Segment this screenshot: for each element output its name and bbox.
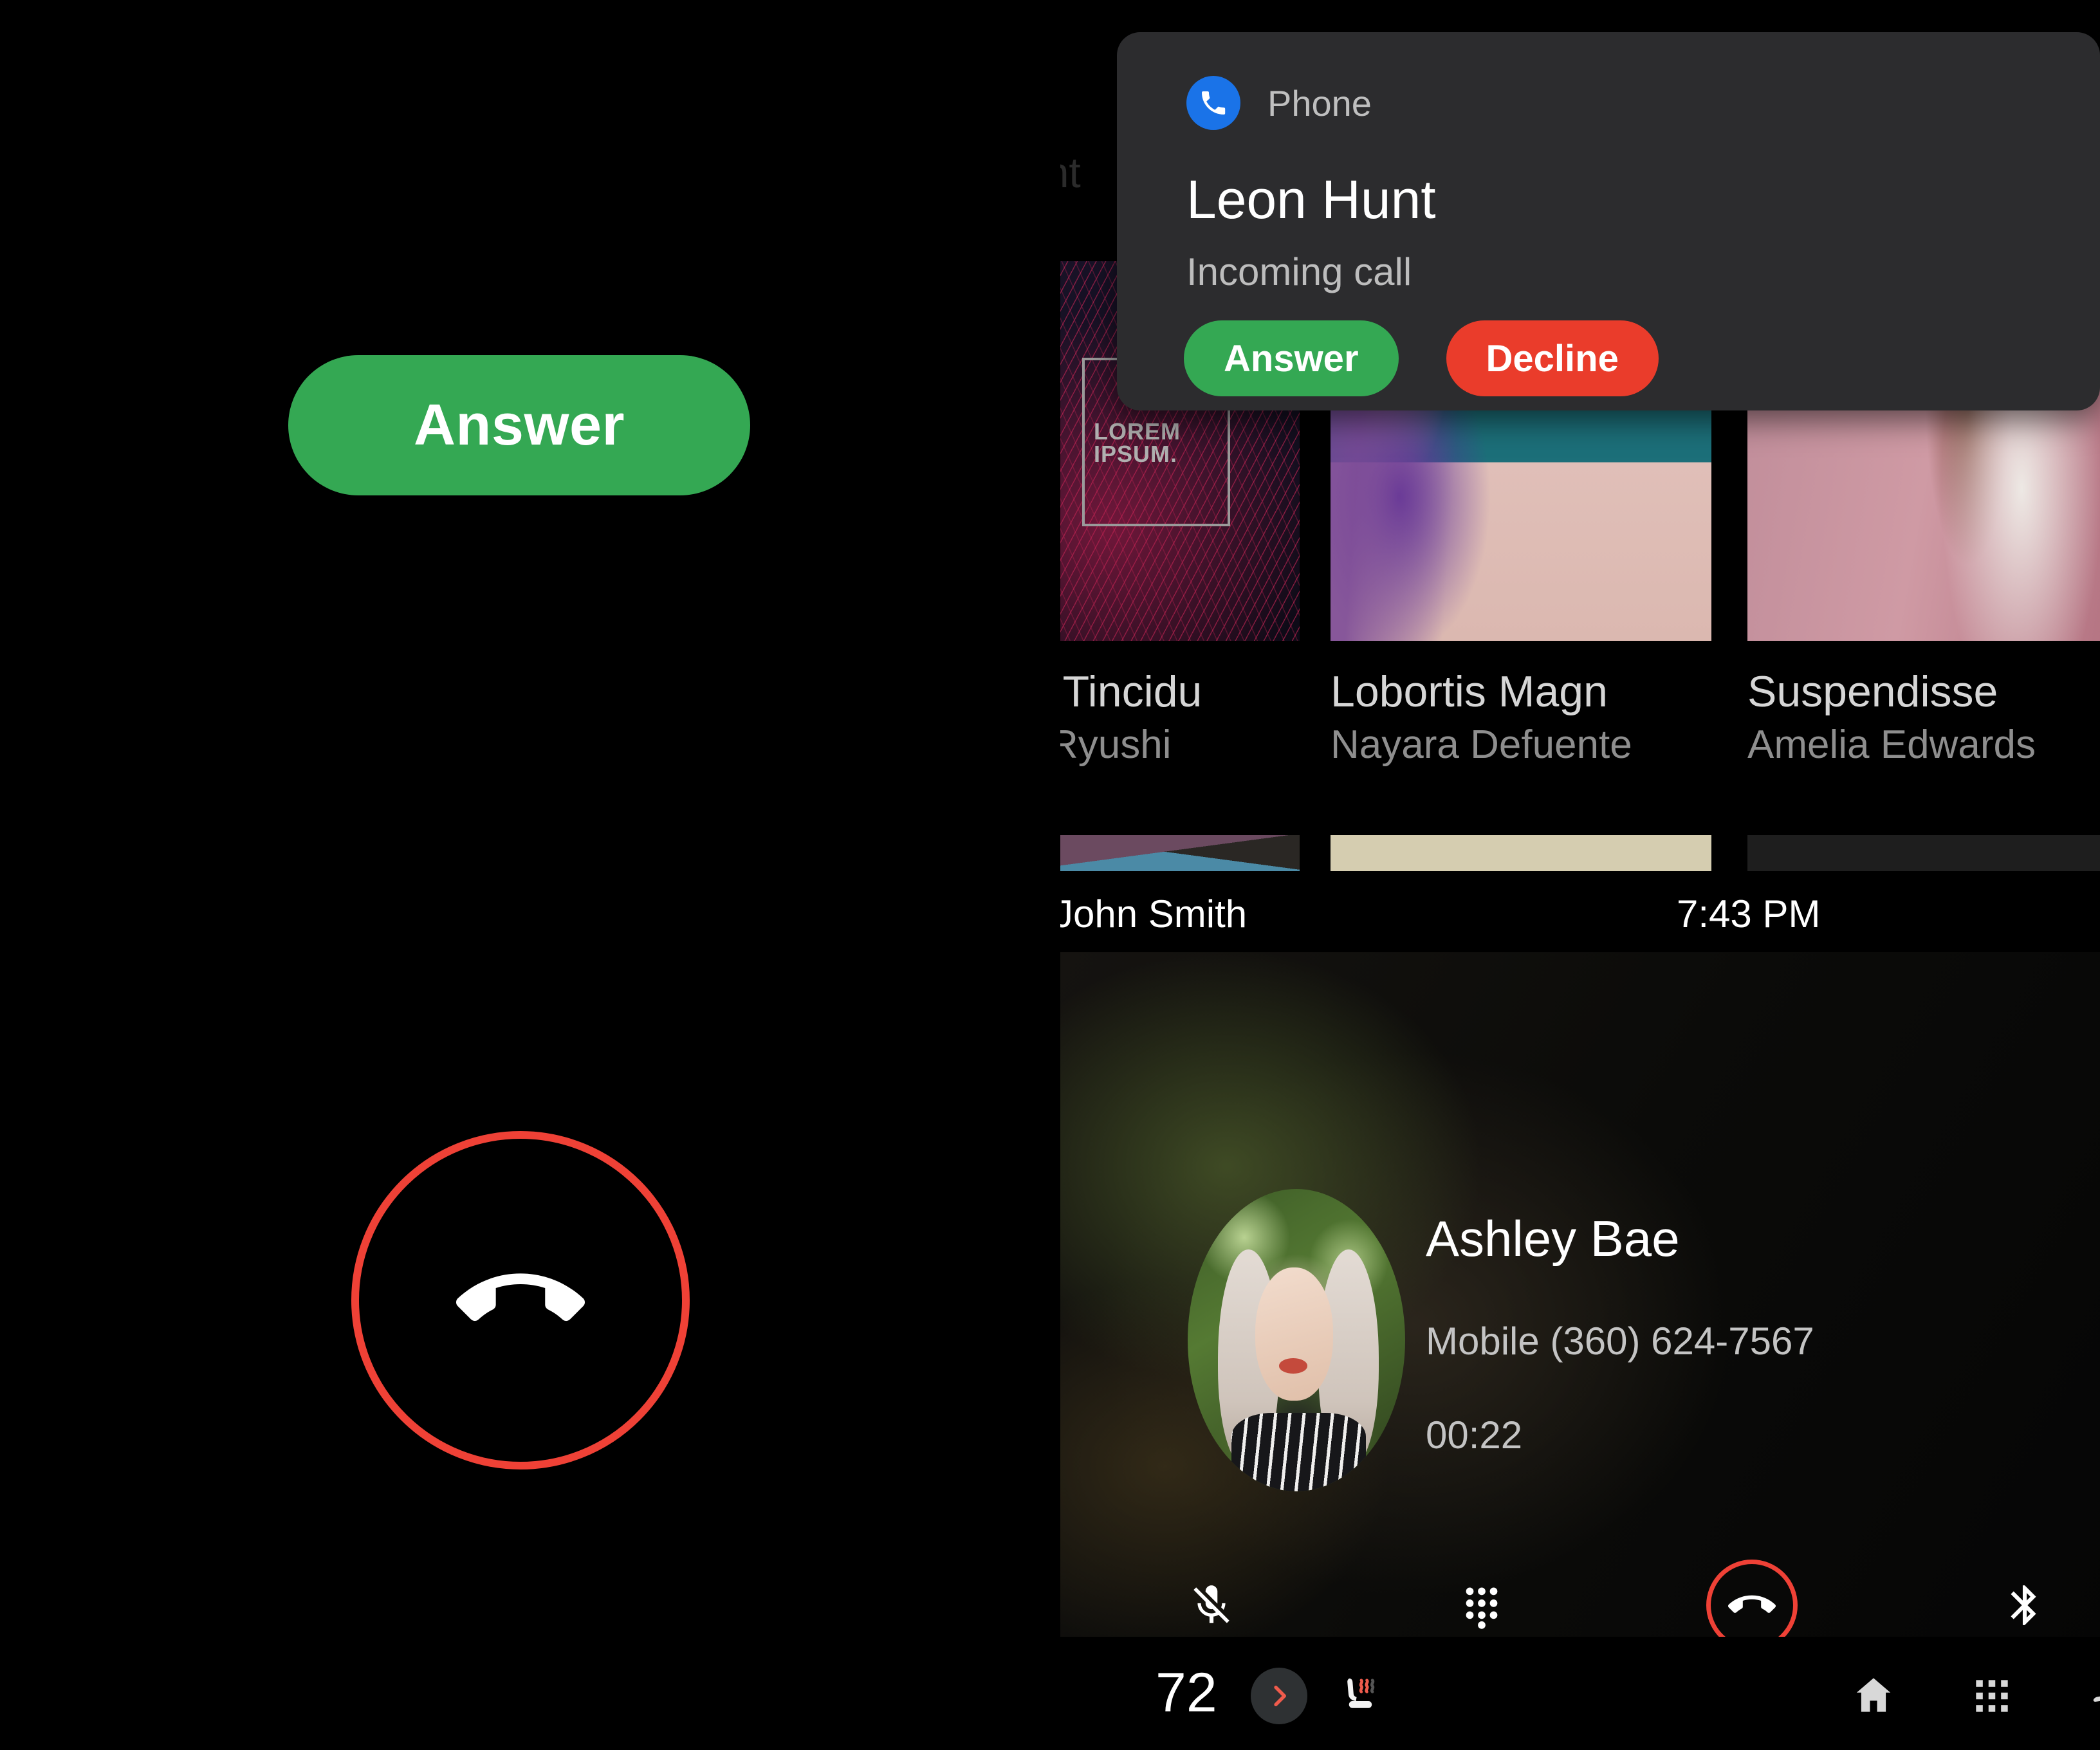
media-title: Lobortis Magn: [1331, 667, 1608, 716]
notification-subtitle: Incoming call: [1186, 250, 1412, 293]
album-art-label: LOREM IPSUM.: [1094, 420, 1181, 467]
media-section-header: ent: [1060, 149, 1081, 196]
call-duration: 00:22: [1426, 1414, 1523, 1457]
notification-app-name: Phone: [1267, 82, 1372, 124]
avatar-lips: [1278, 1358, 1307, 1374]
end-call-button[interactable]: [351, 1131, 690, 1469]
avatar-shirt: [1231, 1412, 1367, 1491]
incoming-call-notification[interactable]: Phone Leon Hunt Incoming call Answer Dec…: [1117, 32, 2100, 410]
notification-header: Phone: [1186, 76, 1372, 130]
media-artist: i Ryushi: [1060, 723, 1172, 767]
incoming-call-left-panel: Answer: [0, 0, 1060, 1750]
seat-heater-button[interactable]: [1329, 1665, 1391, 1727]
media-card[interactable]: [1060, 835, 1300, 871]
system-bar: 72: [1060, 1637, 2100, 1750]
media-title: Suspendisse: [1747, 667, 1998, 716]
notification-answer-button[interactable]: Answer: [1184, 320, 1399, 396]
screen: Answer ent LOREM IPSUM. s Tincidu i: [0, 0, 2100, 1750]
album-art: [1060, 835, 1300, 871]
album-art-label-line2: IPSUM.: [1094, 440, 1178, 467]
chevron-right-icon: [1274, 1686, 1286, 1706]
media-card[interactable]: [1747, 835, 2100, 871]
media-card-row-next: [1060, 835, 2100, 874]
apps-grid-icon: [1976, 1680, 2008, 1712]
apps-button[interactable]: [1961, 1665, 2023, 1727]
bluetooth-icon: [2011, 1585, 2036, 1625]
call-end-icon: [1728, 1595, 1776, 1613]
media-artist: Nayara Defuente: [1331, 723, 1632, 767]
callee-phone-label: Mobile (360) 624-7567: [1426, 1320, 1814, 1363]
contact-avatar: [1188, 1189, 1405, 1491]
climate-expand-button[interactable]: [1251, 1668, 1307, 1724]
media-title: s Tincidu: [1060, 667, 1202, 716]
phone-app-icon: [1186, 76, 1240, 130]
home-button[interactable]: [1843, 1665, 1904, 1727]
album-art: [1331, 835, 1711, 871]
callee-name: Ashley Bae: [1426, 1210, 1680, 1267]
notification-title: Leon Hunt: [1186, 169, 1436, 230]
conversation-row[interactable]: John Smith 7:43 PM: [1060, 892, 2100, 956]
avatar-face: [1255, 1267, 1334, 1401]
answer-button[interactable]: Answer: [288, 355, 750, 495]
conversation-contact-name: John Smith: [1060, 892, 1248, 935]
call-end-icon: [456, 1273, 585, 1322]
media-artist: Amelia Edwards: [1747, 723, 2036, 767]
album-art: [1747, 835, 2100, 871]
home-icon: [1856, 1678, 1891, 1712]
fan-icon: [2093, 1696, 2100, 1702]
media-card[interactable]: [1331, 835, 1711, 871]
climate-button[interactable]: [2082, 1665, 2100, 1727]
conversation-timestamp: 7:43 PM: [1677, 892, 1821, 935]
in-call-card: Ashley Bae Mobile (360) 624-7567 00:22: [1060, 952, 2100, 1666]
mic-off-icon: [1193, 1585, 1230, 1623]
dialpad-icon: [1466, 1587, 1498, 1629]
notification-actions: Answer Decline: [1184, 320, 1659, 396]
seat-heater-icon: [1347, 1678, 1375, 1708]
notification-decline-button[interactable]: Decline: [1446, 320, 1659, 396]
phone-icon: [1202, 91, 1226, 115]
temperature-readout: 72: [1156, 1662, 1217, 1724]
expand-caret-icon: [1060, 100, 1064, 145]
